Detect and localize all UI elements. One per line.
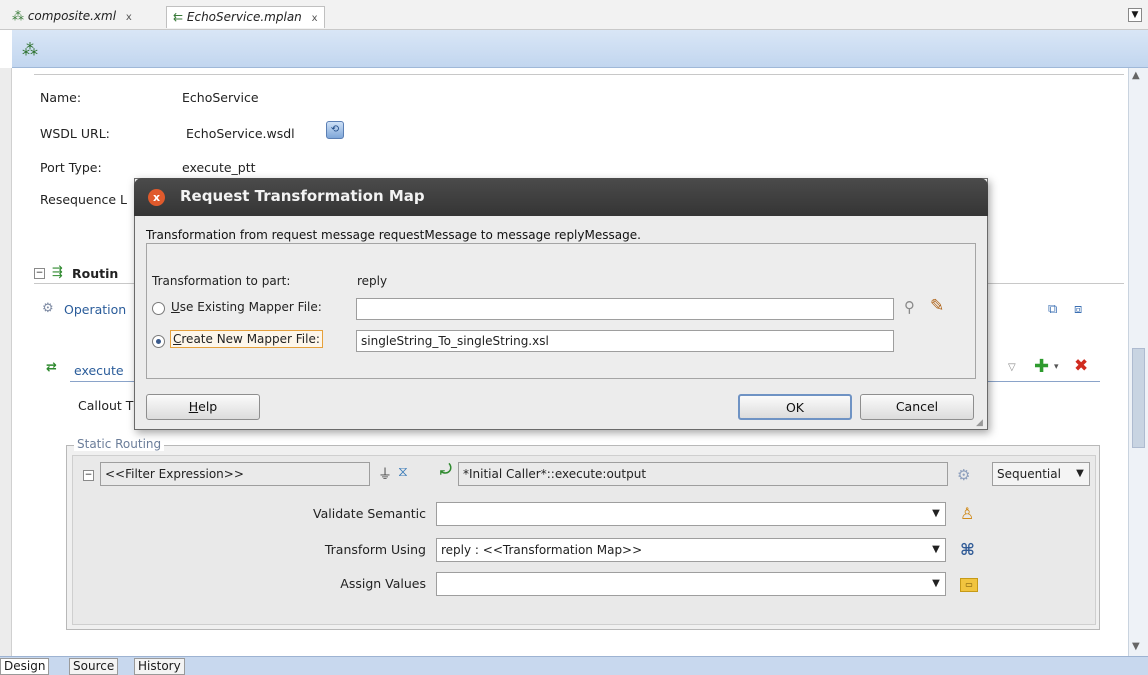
transform-using-label: Transform Using (324, 542, 426, 557)
validate-semantic-label: Validate Semantic (313, 506, 426, 521)
assign-values-label: Assign Values (340, 576, 426, 591)
port-type-value: execute_ptt (182, 160, 256, 175)
schematron-icon[interactable]: ♙ (960, 504, 974, 523)
search-icon[interactable]: ⚲ (904, 298, 915, 316)
dialog-title: Request Transformation Map (180, 187, 425, 205)
tab-source[interactable]: Source (69, 658, 119, 675)
transform-using-value: reply : <<Transformation Map>> (441, 543, 643, 557)
wsdl-value: EchoService.wsdl (186, 126, 295, 141)
filter-dropdown-icon[interactable]: ▽ (1008, 362, 1016, 373)
add-dropdown-icon[interactable]: ▾ (1054, 362, 1059, 372)
routing-icon: ⇶ (52, 265, 63, 280)
create-new-radio[interactable] (152, 335, 165, 348)
transformation-part-value: reply (357, 274, 388, 288)
collapse-rule-icon[interactable]: − (83, 470, 94, 481)
dialog-description: Transformation from request message requ… (146, 228, 641, 242)
chevron-down-icon: ▼ (1076, 468, 1084, 479)
tab-composite-xml[interactable]: ⁂ composite.xml x (6, 6, 138, 28)
scroll-up-icon[interactable]: ▲ (1132, 70, 1140, 81)
filter-icon[interactable]: ⏚ (378, 464, 392, 484)
clear-filter-icon[interactable]: ⧖ (398, 464, 408, 480)
mediator-icon[interactable]: ⁂ (22, 40, 38, 59)
mnemonic: U (171, 300, 180, 314)
chevron-down-icon: ▼ (932, 578, 940, 589)
filter-expression-field[interactable]: <<Filter Expression>> (100, 462, 370, 486)
existing-mapper-file-input[interactable] (356, 298, 894, 320)
operation-link[interactable]: Operation (64, 302, 126, 317)
settings-gear-icon[interactable]: ⚙ (957, 466, 970, 484)
create-new-label[interactable]: Create New Mapper File: (170, 330, 323, 348)
close-icon[interactable]: x (126, 12, 132, 23)
use-existing-label[interactable]: Use Existing Mapper File: (171, 300, 322, 314)
validate-semantic-select[interactable]: ▼ (436, 502, 946, 526)
tab-design[interactable]: Design (0, 658, 50, 675)
editor-toolbar: ⁂ (12, 30, 1148, 68)
transform-using-select[interactable]: reply : <<Transformation Map>> ▼ (436, 538, 946, 562)
expand-all-icon[interactable]: ⧉ (1048, 303, 1057, 317)
divider (34, 74, 1124, 75)
cancel-button[interactable]: Cancel (860, 394, 974, 420)
wsdl-label: WSDL URL: (40, 126, 110, 141)
delete-icon[interactable]: ✖ (1074, 356, 1088, 376)
execute-operation-label[interactable]: execute (74, 363, 124, 378)
target-service-field[interactable]: *Initial Caller*::execute:output (458, 462, 948, 486)
target-icon: ⤾ (440, 462, 452, 478)
name-value: EchoService (182, 90, 259, 105)
collapse-all-icon[interactable]: ⧈ (1074, 303, 1082, 317)
left-gutter (0, 68, 12, 656)
mediator-file-icon: ⇇ (173, 10, 184, 24)
help-button[interactable]: Help (146, 394, 260, 420)
button-text: elp (198, 399, 218, 414)
chevron-down-icon: ▼ (932, 544, 940, 555)
ok-button[interactable]: OK (738, 394, 852, 420)
refresh-wsdl-icon[interactable]: ⟲ (326, 121, 344, 139)
close-icon[interactable]: x (312, 13, 318, 24)
port-type-label: Port Type: (40, 160, 102, 175)
assign-values-select[interactable]: ▼ (436, 572, 946, 596)
resize-grip-icon[interactable]: ◢ (976, 418, 983, 428)
execute-operation-icon: ⇄ (46, 360, 57, 375)
new-mapper-file-input[interactable]: singleString_To_singleString.xsl (356, 330, 894, 352)
scroll-down-icon[interactable]: ▼ (1132, 641, 1140, 652)
scroll-thumb[interactable] (1132, 348, 1145, 448)
static-routing-legend: Static Routing (74, 437, 165, 451)
close-icon[interactable]: x (148, 189, 165, 206)
routing-header: Routin (72, 266, 119, 281)
name-label: Name: (40, 90, 82, 105)
use-existing-radio[interactable] (152, 302, 165, 315)
label-text: reate New Mapper File: (181, 332, 320, 346)
chevron-down-icon: ▼ (932, 508, 940, 519)
tab-label: EchoService.mplan (186, 10, 302, 24)
tab-history[interactable]: History (134, 658, 185, 675)
execution-mode-select[interactable]: Sequential ▼ (992, 462, 1090, 486)
resequence-label: Resequence L (40, 192, 127, 207)
edit-pencil-icon[interactable]: ✎ (930, 296, 944, 316)
transformation-map-icon[interactable]: ⌘ (960, 540, 975, 559)
composite-file-icon: ⁂ (12, 9, 24, 23)
tab-echoservice-mplan[interactable]: ⇇ EchoService.mplan x (166, 6, 325, 28)
transformation-part-label: Transformation to part: (152, 274, 291, 288)
vertical-scrollbar[interactable]: ▲ ▼ (1128, 68, 1148, 656)
mnemonic: H (188, 399, 199, 414)
add-icon[interactable]: ✚ (1034, 356, 1049, 377)
execution-mode-value: Sequential (997, 467, 1061, 481)
callout-label: Callout T (78, 398, 134, 413)
collapse-routing-icon[interactable]: − (34, 268, 45, 279)
gear-icon: ⚙ (42, 301, 54, 316)
assign-values-icon[interactable]: ▭ (960, 578, 978, 592)
tab-list-dropdown-icon[interactable]: ▼ (1128, 8, 1142, 22)
tab-label: composite.xml (27, 9, 117, 23)
label-text: se Existing Mapper File: (179, 300, 322, 314)
